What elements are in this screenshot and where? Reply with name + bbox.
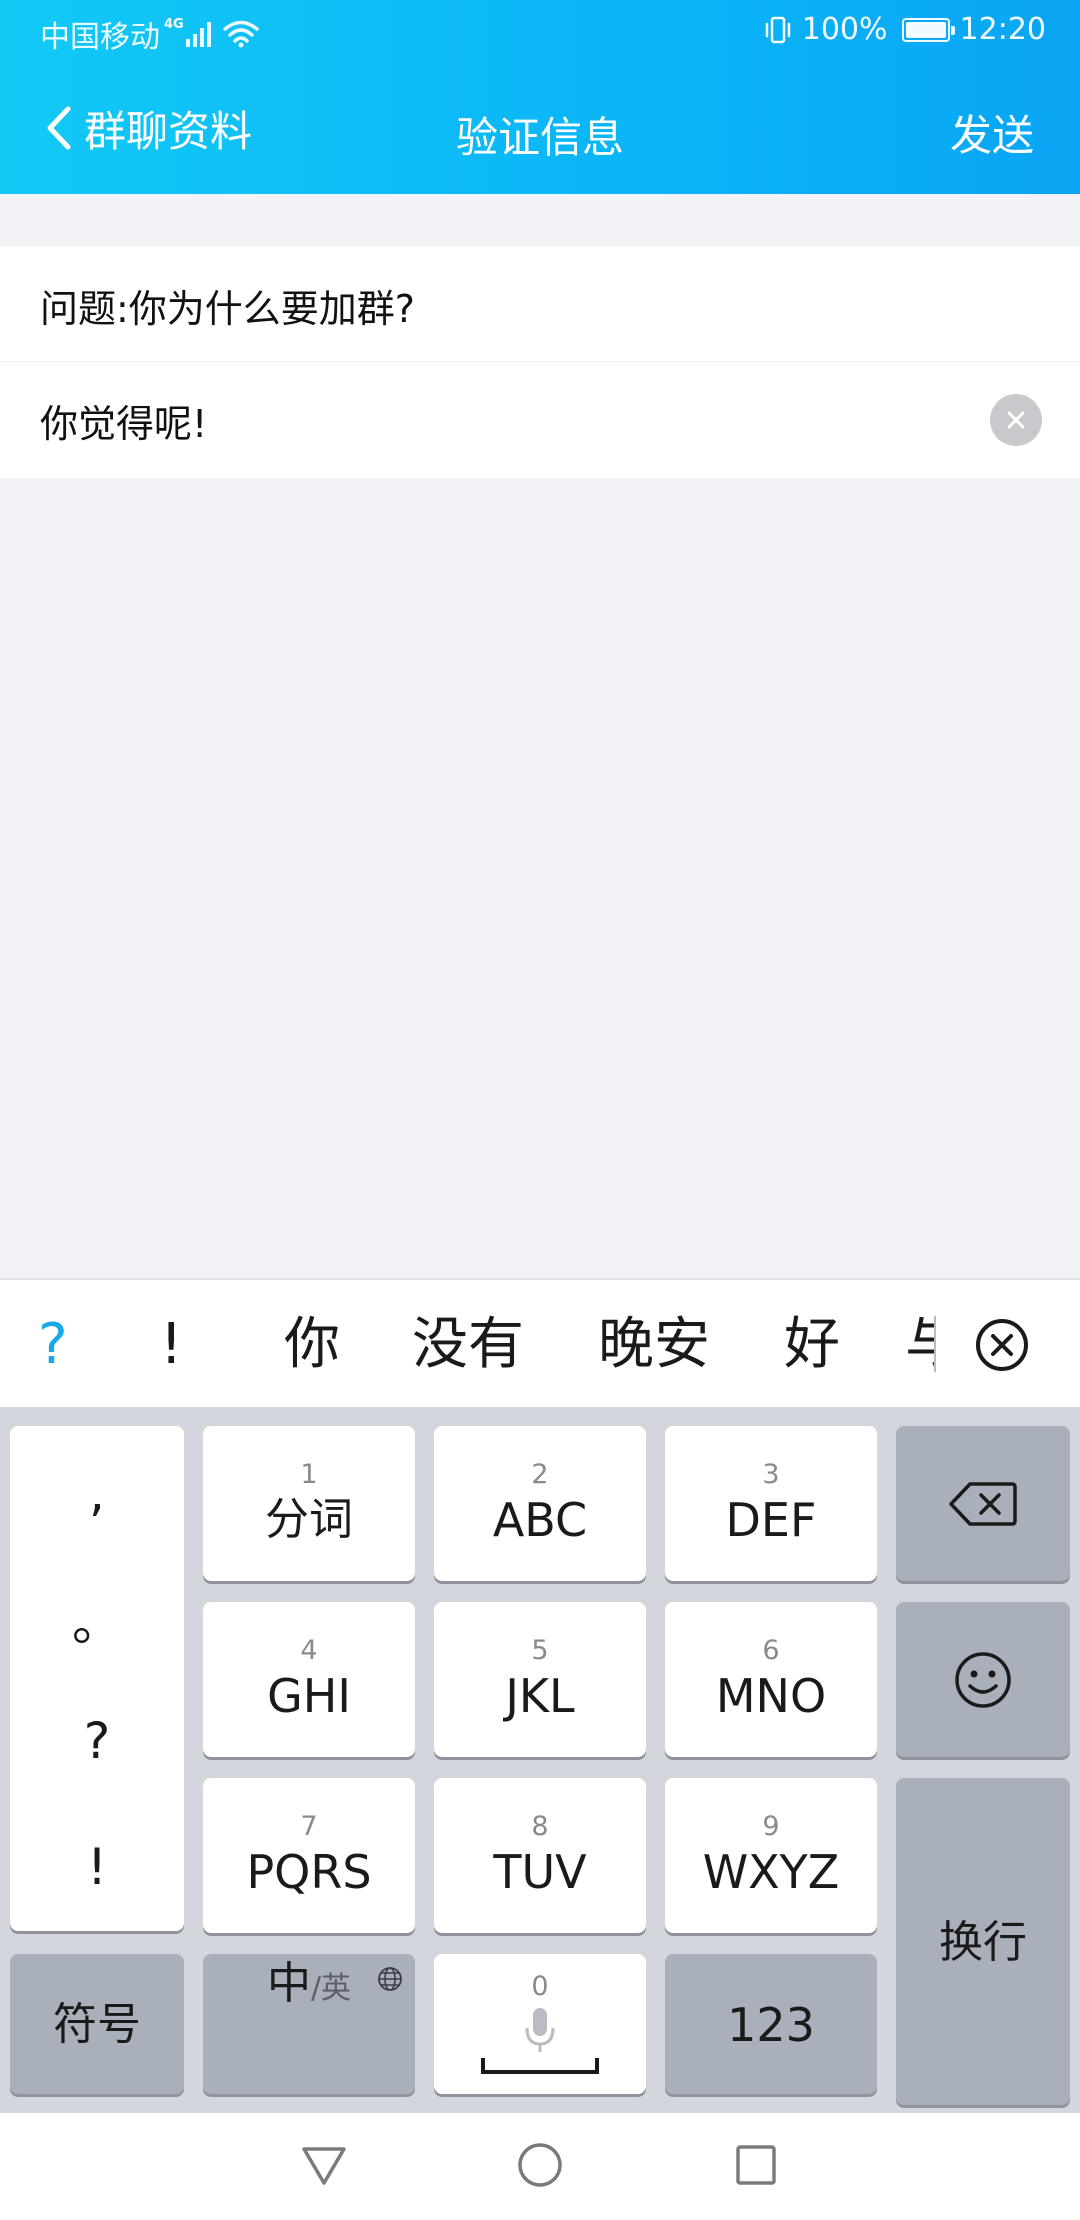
punct-question[interactable]: ? <box>10 1678 184 1804</box>
emoji-icon <box>955 1651 1011 1708</box>
app-header: 中国移动 4G 100% 12:20 群聊资料 验证信息 发送 <box>0 0 1080 194</box>
key-number: 4 <box>300 1634 318 1666</box>
key-2[interactable]: 2 ABC <box>434 1426 646 1581</box>
backspace-key[interactable] <box>896 1426 1070 1581</box>
punctuation-column: , 。 ? ! <box>10 1426 184 1931</box>
globe-icon <box>378 1967 402 1991</box>
page-title: 验证信息 <box>455 113 624 162</box>
square-recent-icon[interactable] <box>730 2139 782 2191</box>
key-label: JKL <box>505 1668 575 1723</box>
status-bar: 中国移动 4G 100% 12:20 <box>0 0 1080 64</box>
key-label: ABC <box>492 1492 588 1547</box>
system-nav-bar <box>0 2113 1080 2220</box>
punct-comma[interactable]: , <box>10 1430 184 1556</box>
key-9[interactable]: 9 WXYZ <box>665 1778 877 1933</box>
battery-icon <box>901 17 955 42</box>
key-number: 3 <box>762 1458 780 1490</box>
key-label: MNO <box>715 1668 827 1723</box>
key-6[interactable]: 6 MNO <box>665 1602 877 1757</box>
backspace-icon <box>949 1481 1017 1526</box>
key-label: GHI <box>267 1668 351 1723</box>
key-label: 分词 <box>265 1493 353 1545</box>
verification-form: 问题:你为什么要加群? <box>0 246 1080 478</box>
key-number: 0 <box>531 1971 549 2002</box>
key-number: 8 <box>531 1810 549 1842</box>
symbols-key[interactable]: 符号 <box>10 1954 184 2094</box>
lang-main: 中 <box>266 1958 311 2009</box>
circle-home-icon[interactable] <box>514 2139 566 2191</box>
key-8[interactable]: 8 TUV <box>434 1778 646 1933</box>
language-switch-key[interactable]: 中 /英 <box>203 1954 415 2094</box>
key-label: DEF <box>725 1492 817 1547</box>
numbers-label: 123 <box>727 1998 815 2052</box>
punct-period[interactable]: 。 <box>10 1556 184 1682</box>
lang-alt: /英 <box>310 1971 352 2006</box>
candidate-exclaim[interactable]: ! <box>160 1310 182 1380</box>
close-circle-icon[interactable] <box>974 1317 1030 1373</box>
status-right: 100% 12:20 <box>764 12 1046 47</box>
key-number: 1 <box>300 1458 318 1490</box>
mic-icon <box>525 2008 555 2052</box>
vibrate-icon <box>765 16 790 43</box>
key-number: 9 <box>762 1810 780 1842</box>
key-number: 6 <box>762 1634 780 1666</box>
key-label: WXYZ <box>702 1844 840 1899</box>
keyboard: , 。 ? ! 1 分词 2 ABC 3 DEF 4 GHI 5 JKL 6 M… <box>0 1408 1080 2113</box>
candidate-question[interactable]: ? <box>38 1310 68 1380</box>
send-button[interactable]: 发送 <box>950 102 1034 163</box>
triangle-back-icon[interactable] <box>298 2139 350 2191</box>
key-label: PQRS <box>246 1844 372 1899</box>
enter-key[interactable]: 换行 <box>896 1778 1070 2105</box>
symbols-label: 符号 <box>53 1999 141 2050</box>
clock: 12:20 <box>959 12 1046 47</box>
clear-icon <box>1007 411 1025 429</box>
key-4[interactable]: 4 GHI <box>203 1602 415 1757</box>
enter-label: 换行 <box>939 1916 1027 1968</box>
wifi-icon <box>222 20 259 48</box>
candidate-bar: ? ! 你 没有 晚安 好 与 <box>0 1278 1080 1408</box>
candidate-ni[interactable]: 你 <box>284 1310 340 1380</box>
key-5[interactable]: 5 JKL <box>434 1602 646 1757</box>
candidate-meiyou[interactable]: 没有 <box>412 1310 524 1380</box>
candidate-wanan[interactable]: 晚安 <box>598 1310 710 1380</box>
candidate-hao[interactable]: 好 <box>784 1310 840 1380</box>
question-text: 问题:你为什么要加群? <box>40 287 415 331</box>
punct-exclaim[interactable]: ! <box>10 1804 184 1930</box>
candidate-partial-label: 与 <box>905 1312 935 1377</box>
key-3[interactable]: 3 DEF <box>665 1426 877 1581</box>
clear-button[interactable] <box>990 394 1042 446</box>
key-7[interactable]: 7 PQRS <box>203 1778 415 1933</box>
question-row: 问题:你为什么要加群? <box>0 246 1080 362</box>
key-number: 7 <box>300 1810 318 1842</box>
candidate-partial[interactable]: 与 <box>905 1310 935 1382</box>
space-icon <box>481 2058 599 2074</box>
space-voice-key[interactable]: 0 <box>434 1954 646 2094</box>
nav-bar: 群聊资料 验证信息 发送 <box>0 64 1080 194</box>
battery-percent: 100% <box>801 12 888 47</box>
signal-icon <box>185 21 211 47</box>
answer-input[interactable] <box>40 386 940 454</box>
battery-fill <box>905 21 946 38</box>
key-number: 5 <box>531 1634 549 1666</box>
carrier-name: 中国移动 <box>40 20 160 55</box>
emoji-key[interactable] <box>896 1602 1070 1757</box>
key-label: TUV <box>493 1844 587 1899</box>
key-1[interactable]: 1 分词 <box>203 1426 415 1581</box>
status-left: 中国移动 4G <box>40 12 259 56</box>
network-type: 4G <box>164 16 184 32</box>
key-number: 2 <box>531 1458 549 1490</box>
answer-row <box>0 362 1080 478</box>
numbers-key[interactable]: 123 <box>665 1954 877 2094</box>
candidate-divider <box>934 1316 936 1372</box>
